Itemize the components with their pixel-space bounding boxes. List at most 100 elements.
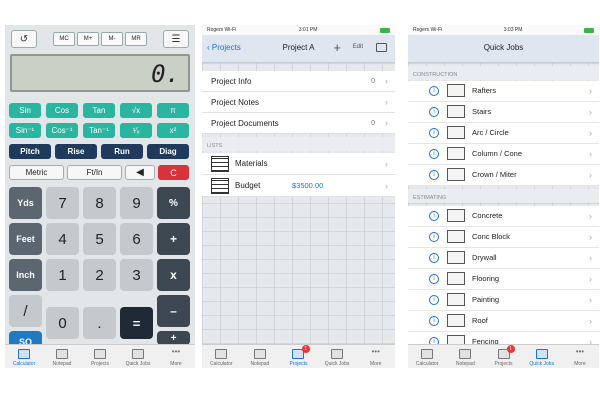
asin-button[interactable]: Sin⁻¹ bbox=[9, 123, 41, 138]
tab-label: Calculator bbox=[12, 361, 36, 367]
equals-key[interactable]: = bbox=[120, 307, 153, 339]
tab-quick-jobs[interactable]: Quick Jobs bbox=[318, 345, 357, 368]
project-info-row[interactable]: Project Info 0 › bbox=[202, 71, 395, 92]
plus-key-2[interactable]: + bbox=[157, 331, 190, 345]
tab-calculator[interactable]: Calculator bbox=[202, 345, 241, 368]
info-icon[interactable]: i bbox=[429, 148, 439, 159]
info-icon[interactable]: i bbox=[429, 169, 439, 180]
m-plus-button[interactable]: M+ bbox=[77, 32, 99, 46]
calculator-icon bbox=[18, 349, 30, 359]
tab-calculator[interactable]: Calculator bbox=[5, 345, 43, 368]
digit-8-key[interactable]: 8 bbox=[83, 187, 116, 219]
share-icon[interactable] bbox=[376, 43, 387, 52]
tab-label: Notepad bbox=[52, 361, 72, 367]
square-button[interactable]: x² bbox=[157, 123, 189, 138]
tab-quick-jobs[interactable]: Quick Jobs bbox=[523, 345, 561, 368]
flooring-row[interactable]: i Flooring › bbox=[408, 269, 599, 290]
digit-1-key[interactable]: 1 bbox=[46, 259, 79, 291]
sin-button[interactable]: Sin bbox=[9, 103, 41, 118]
minus-key[interactable]: – bbox=[157, 295, 190, 327]
chevron-right-icon: › bbox=[385, 180, 388, 191]
multiply-key[interactable]: x bbox=[157, 259, 190, 291]
tab-notepad[interactable]: Notepad bbox=[241, 345, 280, 368]
ft-in-button[interactable]: Ft/In bbox=[67, 165, 122, 180]
pi-button[interactable]: π bbox=[157, 103, 189, 118]
mc-button[interactable]: MC bbox=[53, 32, 75, 46]
digit-4-key[interactable]: 4 bbox=[46, 223, 79, 255]
m-minus-button[interactable]: M- bbox=[101, 32, 123, 46]
arc-circle-row[interactable]: i Arc / Circle › bbox=[408, 123, 599, 144]
digit-2-key[interactable]: 2 bbox=[83, 259, 116, 291]
concrete-row[interactable]: i Concrete › bbox=[408, 206, 599, 227]
reciprocal-button[interactable]: ¹⁄ₓ bbox=[120, 123, 152, 138]
tab-label: Notepad bbox=[250, 361, 270, 367]
info-icon[interactable]: i bbox=[429, 294, 439, 305]
metric-button[interactable]: Metric bbox=[9, 165, 64, 180]
tab-more[interactable]: ••• More bbox=[356, 345, 395, 368]
tab-more[interactable]: ••• More bbox=[157, 345, 195, 368]
tab-more[interactable]: ••• More bbox=[561, 345, 599, 368]
list-icon[interactable]: ☰ bbox=[163, 30, 189, 48]
info-icon[interactable]: i bbox=[429, 127, 439, 138]
tab-calculator[interactable]: Calculator bbox=[408, 345, 446, 368]
info-icon[interactable]: i bbox=[429, 231, 439, 242]
stairs-row[interactable]: i Stairs › bbox=[408, 102, 599, 123]
calculator-display: 0. bbox=[10, 54, 190, 92]
run-button[interactable]: Run bbox=[101, 144, 143, 159]
roof-row[interactable]: i Roof › bbox=[408, 311, 599, 332]
tab-projects[interactable]: 1 Projects bbox=[279, 345, 318, 368]
backspace-button[interactable]: ◀ bbox=[125, 165, 155, 180]
info-icon[interactable]: i bbox=[429, 315, 439, 326]
digit-3-key[interactable]: 3 bbox=[120, 259, 153, 291]
fraction-key[interactable]: / bbox=[9, 295, 42, 327]
info-icon[interactable]: i bbox=[429, 106, 439, 117]
history-icon[interactable]: ↺ bbox=[11, 30, 37, 48]
digit-6-key[interactable]: 6 bbox=[120, 223, 153, 255]
rafters-row[interactable]: i Rafters › bbox=[408, 81, 599, 102]
digit-9-key[interactable]: 9 bbox=[120, 187, 153, 219]
info-icon[interactable]: i bbox=[429, 273, 439, 284]
project-documents-row[interactable]: Project Documents 0 › bbox=[202, 113, 395, 134]
sqrt-button[interactable]: √x bbox=[120, 103, 152, 118]
plus-key[interactable]: + bbox=[157, 223, 190, 255]
budget-row[interactable]: Budget $3500.00 › bbox=[202, 175, 395, 197]
chevron-right-icon: › bbox=[589, 106, 592, 117]
diag-button[interactable]: Diag bbox=[147, 144, 189, 159]
pitch-button[interactable]: Pitch bbox=[9, 144, 51, 159]
crown-miter-row[interactable]: i Crown / Miter › bbox=[408, 165, 599, 186]
tab-notepad[interactable]: Notepad bbox=[43, 345, 81, 368]
battery-icon bbox=[379, 27, 390, 33]
percent-key[interactable]: % bbox=[157, 187, 190, 219]
feet-key[interactable]: Feet bbox=[9, 223, 42, 255]
cos-button[interactable]: Cos bbox=[46, 103, 78, 118]
materials-row[interactable]: Materials › bbox=[202, 153, 395, 175]
row-label: Rafters bbox=[472, 86, 497, 96]
row-label: Roof bbox=[472, 316, 488, 326]
drywall-row[interactable]: i Drywall › bbox=[408, 248, 599, 269]
inch-key[interactable]: Inch bbox=[9, 259, 42, 291]
conc-block-row[interactable]: i Conc Block › bbox=[408, 227, 599, 248]
clear-button[interactable]: C bbox=[158, 165, 189, 180]
rise-button[interactable]: Rise bbox=[55, 144, 97, 159]
tab-projects[interactable]: 1 Projects bbox=[484, 345, 522, 368]
digit-7-key[interactable]: 7 bbox=[46, 187, 79, 219]
tab-notepad[interactable]: Notepad bbox=[446, 345, 484, 368]
add-icon[interactable]: + bbox=[333, 40, 341, 55]
mr-button[interactable]: MR bbox=[125, 32, 147, 46]
info-icon[interactable]: i bbox=[429, 85, 439, 96]
atan-button[interactable]: Tan⁻¹ bbox=[83, 123, 115, 138]
digit-0-key[interactable]: 0 bbox=[46, 307, 79, 339]
tab-quick-jobs[interactable]: Quick Jobs bbox=[119, 345, 157, 368]
project-notes-row[interactable]: Project Notes › bbox=[202, 92, 395, 113]
tan-button[interactable]: Tan bbox=[83, 103, 115, 118]
digit-5-key[interactable]: 5 bbox=[83, 223, 116, 255]
edit-button[interactable]: Edit bbox=[353, 44, 363, 50]
column-cone-row[interactable]: i Column / Cone › bbox=[408, 144, 599, 165]
tab-projects[interactable]: Projects bbox=[81, 345, 119, 368]
acos-button[interactable]: Cos⁻¹ bbox=[46, 123, 78, 138]
info-icon[interactable]: i bbox=[429, 210, 439, 221]
yards-key[interactable]: Yds bbox=[9, 187, 42, 219]
decimal-key[interactable]: . bbox=[83, 307, 116, 339]
info-icon[interactable]: i bbox=[429, 252, 439, 263]
painting-row[interactable]: i Painting › bbox=[408, 290, 599, 311]
